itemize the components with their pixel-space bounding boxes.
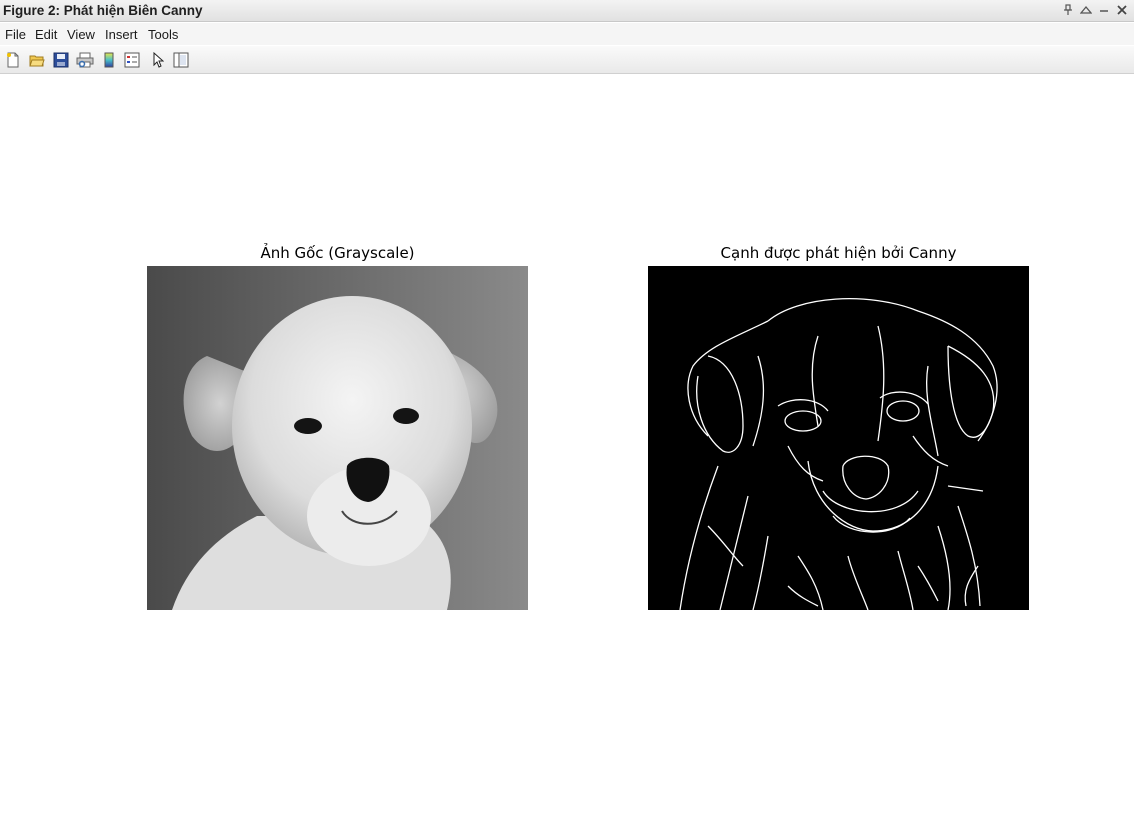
pointer-icon[interactable] (149, 51, 167, 69)
pin-icon[interactable] (1060, 2, 1076, 18)
window-controls (1060, 2, 1130, 18)
property-editor-icon[interactable] (172, 51, 190, 69)
menu-file[interactable]: File (5, 27, 26, 42)
legend-icon[interactable] (123, 51, 141, 69)
maximize-icon[interactable] (1078, 2, 1094, 18)
new-figure-icon[interactable] (4, 51, 22, 69)
menu-tools[interactable]: Tools (148, 27, 178, 42)
canny-edges-image (648, 266, 1029, 610)
menu-bar: File Edit View Insert Tools (0, 23, 1134, 45)
menu-edit[interactable]: Edit (35, 27, 57, 42)
figure-toolbar (0, 46, 1134, 74)
window-title: Figure 2: Phát hiện Biên Canny (3, 3, 203, 18)
print-icon[interactable] (76, 51, 94, 69)
menu-view[interactable]: View (67, 27, 95, 42)
window-titlebar: Figure 2: Phát hiện Biên Canny (0, 0, 1134, 22)
right-axes-title: Cạnh được phát hiện bởi Canny (720, 244, 957, 262)
save-icon[interactable] (52, 51, 70, 69)
left-axes-title: Ảnh Gốc (Grayscale) (260, 244, 415, 262)
close-icon[interactable] (1114, 2, 1130, 18)
open-file-icon[interactable] (28, 51, 46, 69)
minimize-icon[interactable] (1096, 2, 1112, 18)
grayscale-puppy-image (147, 266, 528, 610)
menu-insert[interactable]: Insert (105, 27, 138, 42)
colorbar-icon[interactable] (100, 51, 118, 69)
